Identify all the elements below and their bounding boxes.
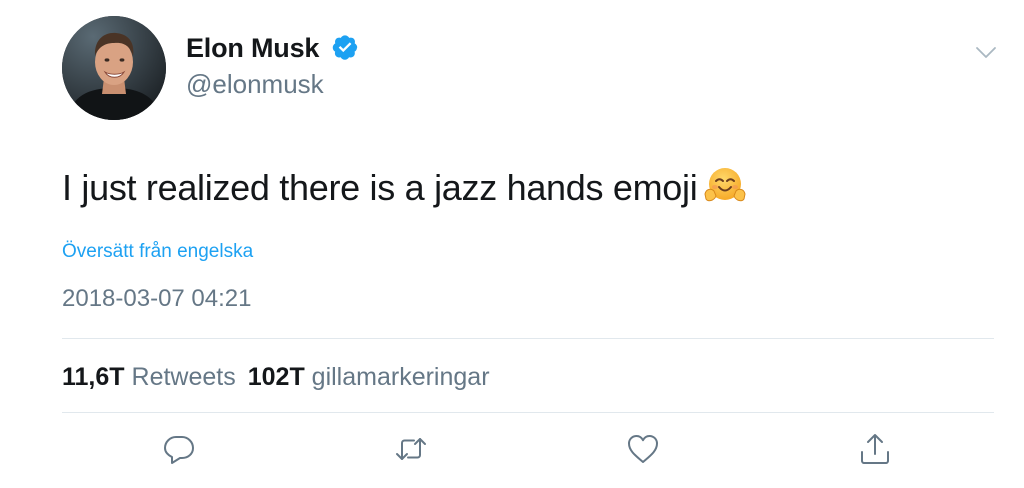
tweet-card: Elon Musk @elonmusk I just realized ther… [0, 0, 1024, 488]
user-handle[interactable]: @elonmusk [186, 66, 324, 102]
avatar[interactable] [62, 16, 166, 120]
tweet-text-content: I just realized there is a jazz hands em… [62, 167, 698, 208]
reply-button[interactable] [162, 432, 196, 466]
chevron-down-icon[interactable] [974, 40, 998, 64]
likes-count: 102T [247, 363, 305, 391]
retweet-icon [396, 438, 426, 460]
reply-icon [164, 436, 194, 464]
divider [62, 412, 994, 413]
retweets-stat[interactable]: 11,6T Retweets [62, 363, 236, 391]
divider [62, 338, 994, 339]
like-button[interactable] [626, 432, 660, 466]
retweets-count: 11,6T [62, 363, 125, 391]
hugging-face-emoji-icon [703, 164, 747, 219]
share-button[interactable] [858, 432, 892, 466]
likes-stat[interactable]: 102T gillamarkeringar [248, 363, 490, 391]
engagement-stats: 11,6T Retweets 102T gillamarkeringar [62, 360, 490, 394]
like-icon [628, 435, 658, 463]
retweets-label: Retweets [131, 363, 236, 391]
verified-badge-icon [332, 35, 358, 60]
display-name[interactable]: Elon Musk [186, 30, 319, 66]
likes-label: gillamarkeringar [311, 363, 490, 391]
share-icon [861, 434, 889, 464]
retweet-button[interactable] [394, 432, 428, 466]
tweet-text: I just realized there is a jazz hands em… [62, 164, 747, 219]
avatar-image [62, 16, 166, 120]
translate-link[interactable]: Översätt från engelska [62, 240, 253, 264]
tweet-timestamp[interactable]: 2018-03-07 04:21 [62, 283, 252, 315]
